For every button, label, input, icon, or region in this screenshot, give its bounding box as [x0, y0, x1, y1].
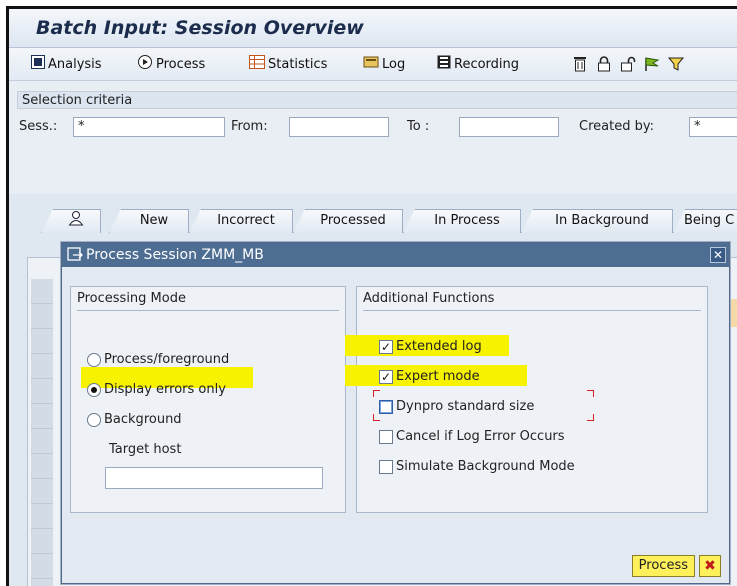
flag-icon[interactable]	[643, 55, 661, 73]
created-by-label: Created by:	[579, 119, 654, 134]
tab-incorrect[interactable]: Incorrect	[189, 209, 293, 233]
user-icon	[68, 210, 84, 233]
to-date-input[interactable]	[459, 117, 559, 137]
radio-label: Process/foreground	[104, 352, 230, 367]
statistics-icon	[249, 55, 265, 73]
tab-processed[interactable]: Processed	[293, 209, 403, 233]
log-icon	[363, 55, 379, 73]
tab-in-background[interactable]: In Background	[521, 209, 673, 233]
checkbox-label: Extended log	[396, 339, 482, 354]
unlock-icon[interactable]	[619, 55, 637, 73]
log-button[interactable]: Log	[363, 54, 405, 74]
radio-display-errors-only[interactable]: Display errors only	[87, 382, 226, 397]
radio-button-selected	[87, 382, 101, 397]
focus-corner	[587, 414, 594, 421]
recording-icon	[437, 55, 451, 73]
cancel-icon[interactable]: ✖	[699, 555, 721, 577]
checkbox-dynpro-standard-size[interactable]: Dynpro standard size	[379, 399, 534, 414]
additional-functions-header: Additional Functions	[363, 287, 701, 311]
checkbox-label: Simulate Background Mode	[396, 459, 575, 474]
row-selectors[interactable]	[31, 279, 53, 586]
tab-new[interactable]: New	[109, 209, 189, 233]
analysis-label: Analysis	[48, 56, 102, 72]
checkbox-cancel-on-log-error[interactable]: Cancel if Log Error Occurs	[379, 429, 565, 444]
focus-corner	[373, 414, 380, 421]
checkbox-unchecked	[379, 459, 393, 474]
radio-process-foreground[interactable]: Process/foreground	[87, 352, 229, 367]
title-bar: Batch Input: Session Overview	[9, 9, 737, 48]
checkbox-unchecked	[379, 429, 393, 444]
session-input[interactable]: *	[73, 117, 225, 137]
filter-icon[interactable]	[667, 55, 685, 73]
checkbox-checked: ✓	[379, 369, 393, 384]
statistics-button[interactable]: Statistics	[249, 54, 327, 74]
checkbox-checked: ✓	[379, 339, 393, 354]
created-by-input[interactable]: *	[689, 117, 737, 137]
checkbox-label: Expert mode	[396, 369, 480, 384]
session-label: Sess.:	[19, 119, 58, 134]
process-toolbar-button[interactable]: Process	[137, 54, 205, 74]
dialog-footer: Process ✖	[62, 545, 729, 583]
target-host-label: Target host	[109, 442, 182, 457]
checkbox-expert-mode[interactable]: ✓ Expert mode	[379, 369, 480, 384]
process-icon	[137, 54, 153, 74]
process-toolbar-label: Process	[156, 56, 206, 72]
focus-corner	[373, 390, 380, 397]
analysis-button[interactable]: Analysis	[31, 54, 102, 74]
from-date-input[interactable]	[289, 117, 389, 137]
window-title: Batch Input: Session Overview	[36, 17, 364, 39]
tab-being-created[interactable]: Being C	[673, 209, 737, 233]
tab-all[interactable]	[41, 209, 101, 233]
focus-corner	[587, 390, 594, 397]
radio-button	[87, 352, 101, 367]
recording-button[interactable]: Recording	[437, 54, 519, 74]
status-tabs: New Incorrect Processed In Process In Ba…	[9, 195, 737, 235]
process-button[interactable]: Process	[631, 555, 695, 577]
processing-mode-header: Processing Mode	[77, 287, 339, 311]
sap-window: Batch Input: Session Overview Analysis P…	[6, 6, 737, 586]
selection-criteria-header: Selection criteria	[17, 91, 737, 109]
to-label: To :	[407, 119, 430, 134]
checkbox-extended-log[interactable]: ✓ Extended log	[379, 339, 482, 354]
additional-functions-group: Additional Functions ✓ Extended log ✓ Ex…	[345, 286, 708, 513]
tab-in-process[interactable]: In Process	[403, 209, 521, 233]
log-label: Log	[382, 56, 406, 72]
checkbox-simulate-background[interactable]: Simulate Background Mode	[379, 459, 575, 474]
process-session-dialog: Process Session ZMM_MB ✕ Processing Mode…	[61, 242, 730, 584]
close-icon[interactable]: ✕	[710, 247, 726, 263]
lock-icon[interactable]	[595, 55, 613, 73]
statistics-label: Statistics	[268, 56, 328, 72]
dialog-icon	[67, 247, 83, 271]
radio-background[interactable]: Background	[87, 412, 182, 427]
from-label: From:	[231, 119, 268, 134]
radio-label: Display errors only	[104, 382, 226, 397]
recording-label: Recording	[454, 56, 520, 72]
trash-icon[interactable]	[571, 55, 589, 73]
dialog-title: Process Session ZMM_MB	[86, 247, 264, 263]
processing-mode-group: Processing Mode Process/foreground Displ…	[70, 286, 346, 513]
target-host-input[interactable]	[105, 467, 323, 489]
dialog-title-bar: Process Session ZMM_MB ✕	[62, 243, 729, 267]
selection-area: Selection criteria Sess.: * From: To : C…	[9, 81, 737, 194]
checkbox-label: Cancel if Log Error Occurs	[396, 429, 565, 444]
analysis-icon	[31, 55, 45, 73]
radio-label: Background	[104, 412, 182, 427]
checkbox-unchecked	[379, 399, 393, 414]
radio-button	[87, 412, 101, 427]
checkbox-label: Dynpro standard size	[396, 399, 535, 414]
application-toolbar: Analysis Process Statistics Log Recordin…	[9, 48, 737, 81]
